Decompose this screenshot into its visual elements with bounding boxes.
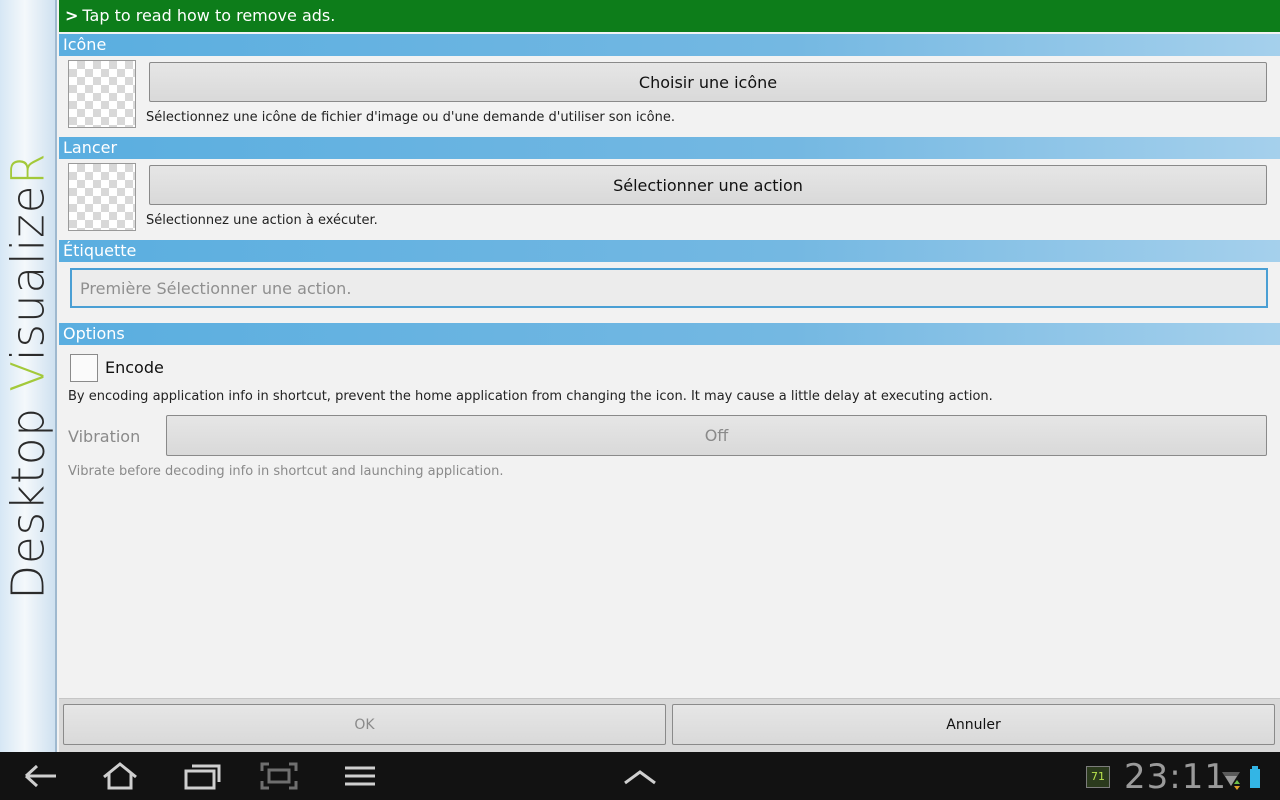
- section-header-icon: Icône: [59, 34, 1280, 56]
- section-header-label: Étiquette: [59, 240, 1280, 262]
- home-icon[interactable]: [98, 760, 142, 792]
- icon-hint: Sélectionnez une icône de fichier d'imag…: [146, 110, 675, 125]
- section-header-options: Options: [59, 323, 1280, 345]
- status-clock[interactable]: 23:11: [1124, 757, 1227, 797]
- ad-banner-text: Tap to read how to remove ads.: [82, 6, 336, 25]
- ad-banner[interactable]: > Tap to read how to remove ads.: [59, 0, 1280, 32]
- vibration-hint: Vibrate before decoding info in shortcut…: [68, 464, 504, 479]
- select-action-button[interactable]: Sélectionner une action: [149, 165, 1267, 205]
- back-icon[interactable]: [18, 760, 62, 792]
- encode-label: Encode: [105, 358, 164, 377]
- recent-apps-icon[interactable]: [180, 760, 224, 792]
- section-header-launch: Lancer: [59, 137, 1280, 159]
- menu-icon[interactable]: [338, 760, 382, 792]
- encode-checkbox[interactable]: [70, 354, 98, 382]
- vibration-selector[interactable]: Off: [166, 415, 1267, 456]
- encode-hint: By encoding application info in shortcut…: [68, 389, 993, 404]
- icon-preview[interactable]: [68, 60, 136, 128]
- chevron-up-icon[interactable]: [618, 760, 662, 792]
- notification-badge[interactable]: 71: [1086, 766, 1110, 788]
- app-sidebar: Desktop VisualizeR: [0, 0, 57, 752]
- wifi-icon: [1220, 760, 1242, 792]
- app-logo: Desktop VisualizeR: [1, 152, 55, 600]
- battery-icon: [1248, 760, 1262, 792]
- label-input[interactable]: [70, 268, 1268, 308]
- cancel-button[interactable]: Annuler: [672, 704, 1275, 745]
- choose-icon-button[interactable]: Choisir une icône: [149, 62, 1267, 102]
- system-navigation-bar: 71 23:11: [0, 752, 1280, 800]
- chevron-right-icon: >: [65, 6, 79, 25]
- dialog-footer: OK Annuler: [59, 698, 1280, 752]
- vibration-label: Vibration: [68, 427, 141, 446]
- ok-button[interactable]: OK: [63, 704, 666, 745]
- action-preview[interactable]: [68, 163, 136, 231]
- launch-hint: Sélectionnez une action à exécuter.: [146, 213, 378, 228]
- shortcut-editor: > Tap to read how to remove ads. Icône Ch…: [59, 0, 1280, 752]
- screenshot-icon[interactable]: [257, 760, 301, 792]
